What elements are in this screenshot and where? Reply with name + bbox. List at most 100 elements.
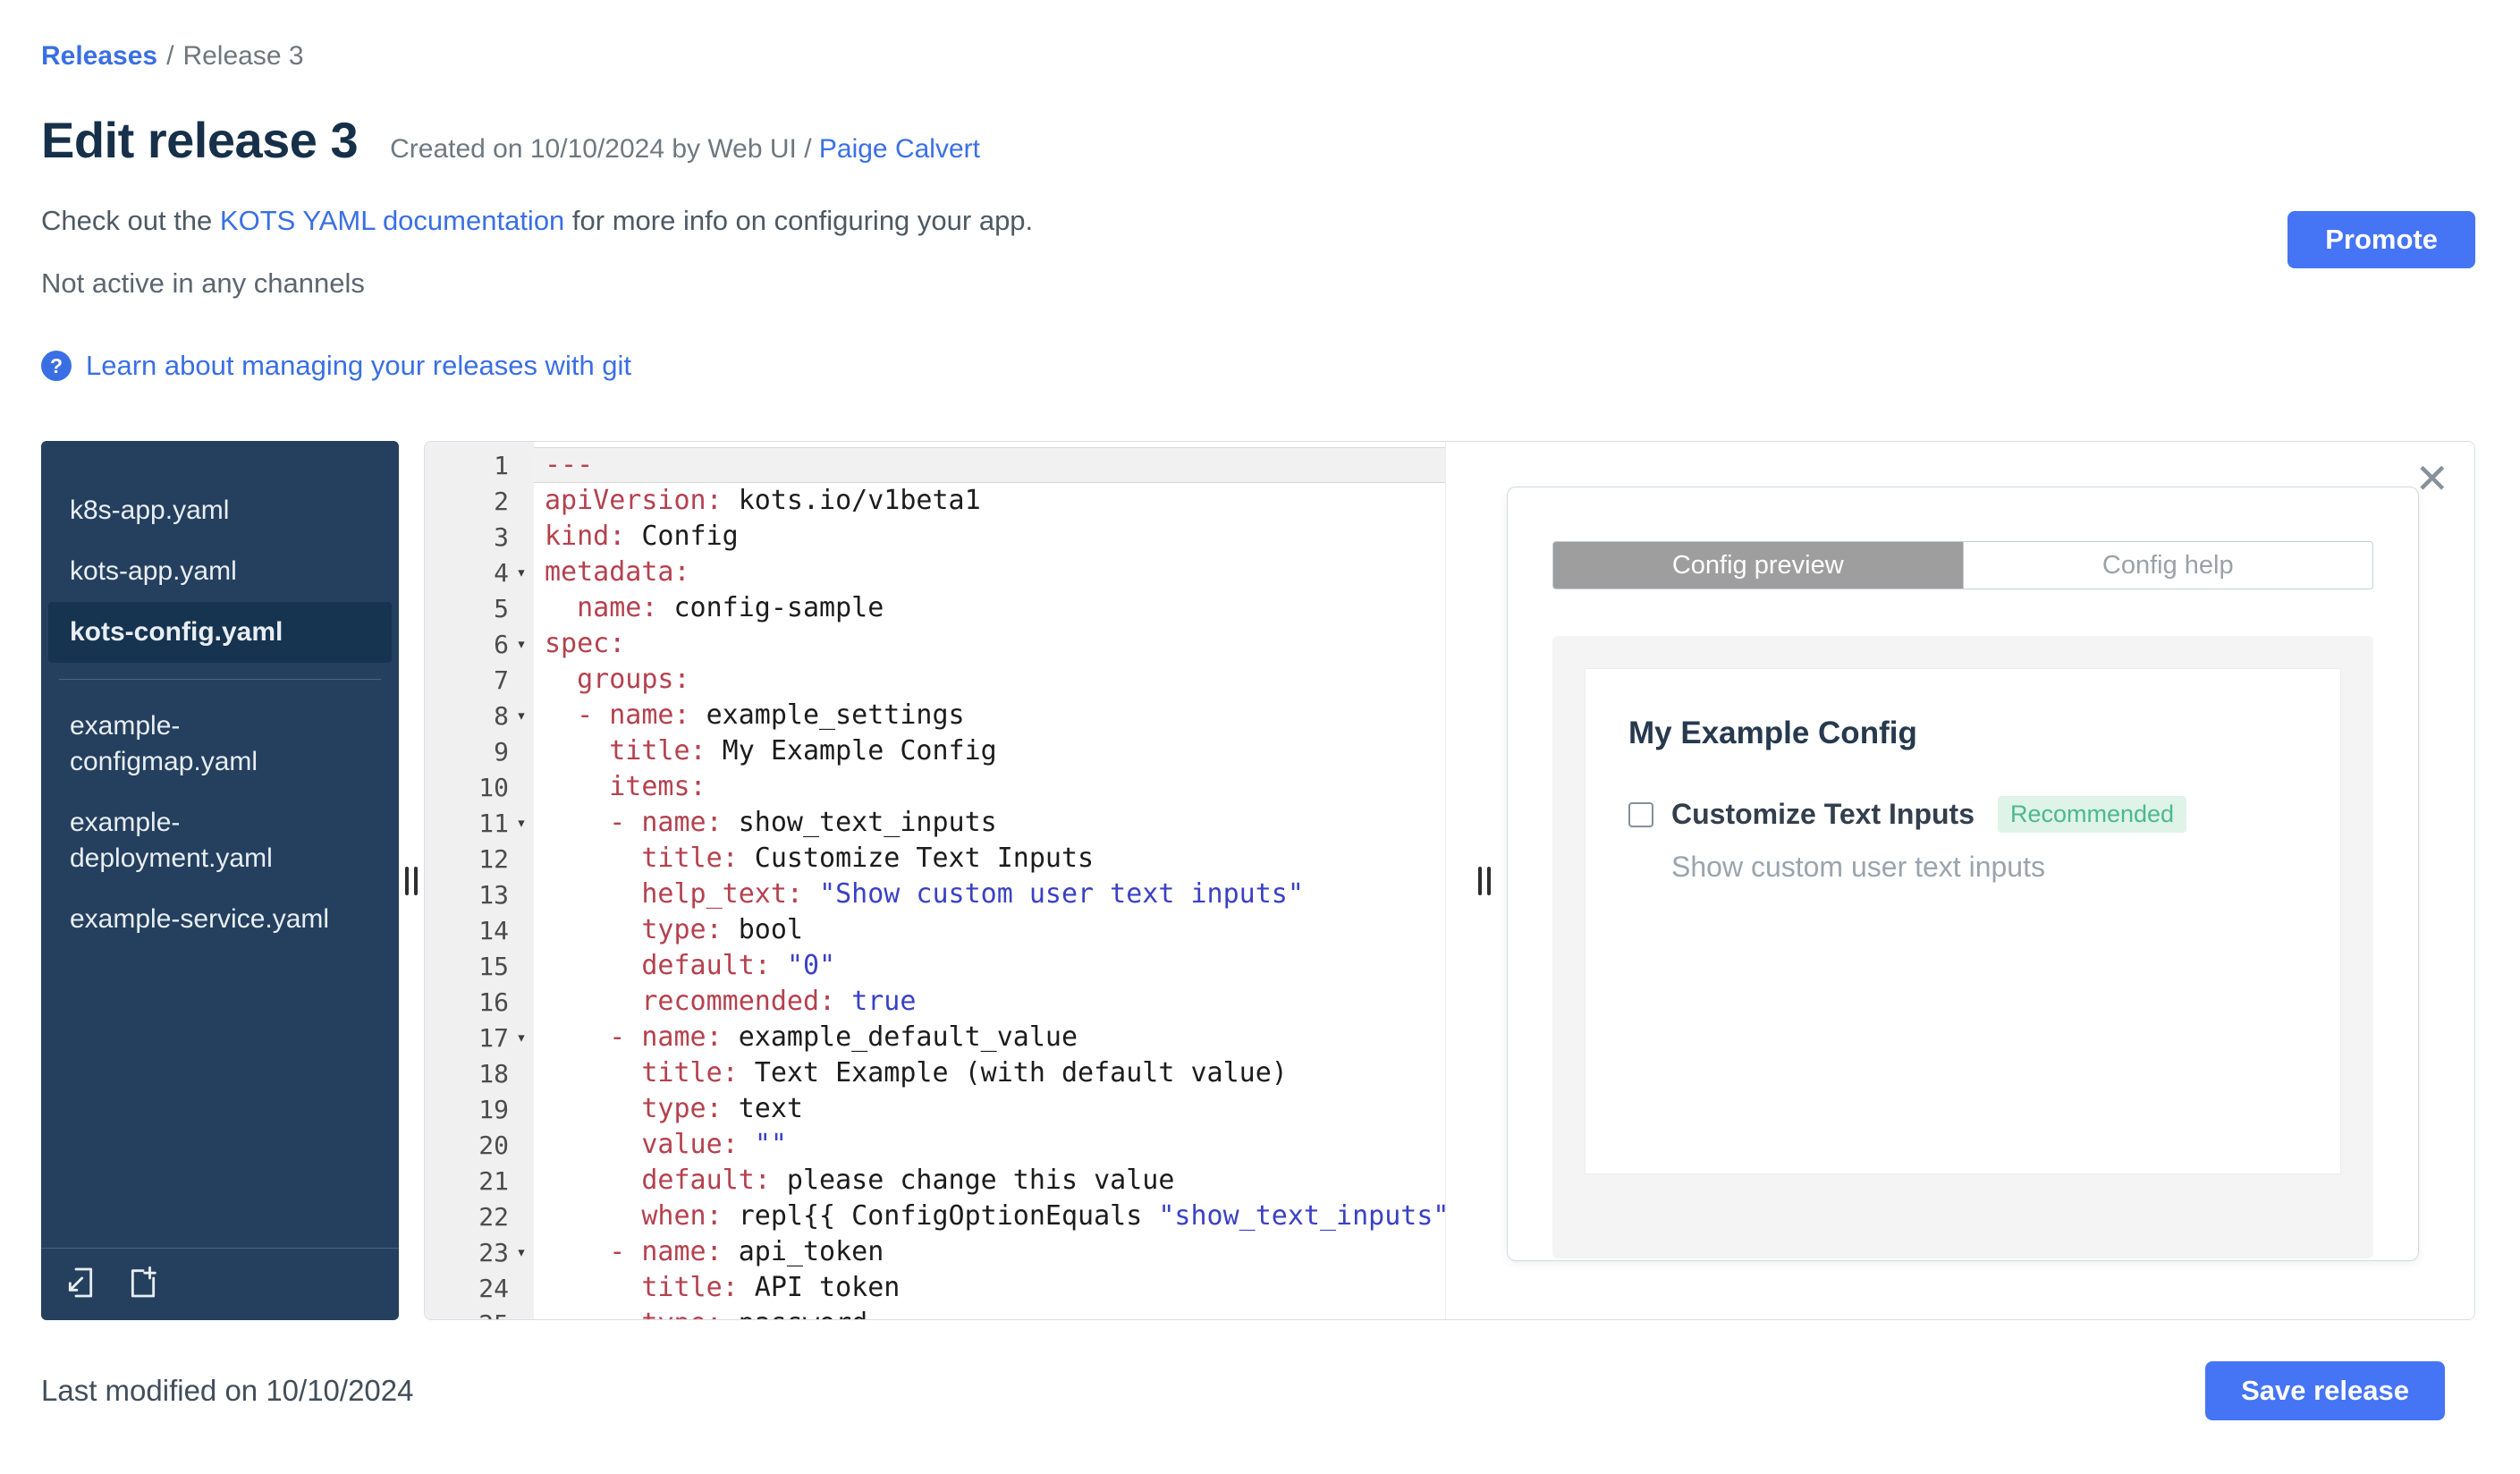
line-number: 24: [478, 1273, 509, 1303]
last-modified-text: Last modified on 10/10/2024: [41, 1374, 414, 1407]
file-tree-divider: [59, 679, 381, 680]
save-release-button[interactable]: Save release: [2205, 1361, 2445, 1420]
recommended-badge: Recommended: [1997, 796, 2187, 833]
code-line[interactable]: - name: example_default_value: [534, 1020, 1445, 1055]
code-line[interactable]: apiVersion: kots.io/v1beta1: [534, 483, 1445, 519]
breadcrumb-releases-link[interactable]: Releases: [41, 41, 157, 71]
code-line[interactable]: recommended: true: [534, 984, 1445, 1020]
code-line[interactable]: when: repl{{ ConfigOptionEquals "show_te…: [534, 1199, 1445, 1234]
editor-row: k8s-app.yaml kots-app.yaml kots-config.yam…: [41, 441, 2475, 1320]
line-number: 15: [478, 951, 509, 981]
docs-row: Check out the KOTS YAML documentation fo…: [41, 205, 2475, 237]
code-line[interactable]: items:: [534, 769, 1445, 805]
line-number: 19: [478, 1094, 509, 1124]
code-line[interactable]: title: Customize Text Inputs: [534, 841, 1445, 877]
title-row: Edit release 3 Created on 10/10/2024 by …: [41, 111, 2475, 169]
code-line[interactable]: default: please change this value: [534, 1163, 1445, 1199]
code-line[interactable]: metadata:: [534, 555, 1445, 590]
line-number: 5: [494, 593, 509, 623]
question-icon[interactable]: ?: [41, 351, 72, 381]
code-line[interactable]: title: API token: [534, 1270, 1445, 1306]
line-number: 13: [478, 879, 509, 910]
docs-suffix: for more info on configuring your app.: [564, 205, 1034, 236]
line-number: 9: [494, 736, 509, 767]
file-tree-item[interactable]: k8s-app.yaml: [48, 480, 392, 541]
line-number: 4 ▾: [425, 555, 534, 590]
code-line[interactable]: - name: show_text_inputs: [534, 805, 1445, 841]
line-number: 14: [478, 915, 509, 945]
editor-code[interactable]: --- apiVersion: kots.io/v1beta1 kind: Conf…: [534, 442, 1445, 1319]
line-number: 6 ▾: [425, 626, 534, 662]
tab-config-preview[interactable]: Config preview: [1553, 542, 1963, 589]
fold-arrow-icon[interactable]: ▾: [509, 563, 534, 582]
file-add-icon[interactable]: [125, 1265, 161, 1300]
line-number: 25: [425, 1306, 534, 1320]
config-preview-card: Config preview Config help My Example Co…: [1507, 487, 2419, 1261]
code-line[interactable]: kind: Config: [534, 519, 1445, 555]
config-render-area: My Example Config Customize Text Inputs …: [1552, 636, 2373, 1258]
close-icon[interactable]: ✕: [2414, 458, 2449, 499]
config-group-card: My Example Config Customize Text Inputs …: [1585, 668, 2341, 1174]
line-number: 11 ▾: [425, 805, 534, 841]
fold-arrow-icon[interactable]: ▾: [509, 1242, 534, 1262]
kots-yaml-docs-link[interactable]: KOTS YAML documentation: [220, 205, 564, 236]
created-text: Created on 10/10/2024 by Web UI / Paige …: [390, 134, 980, 165]
code-editor: 1 2 3 4 ▾ 5 6 ▾ 7 8 ▾ 9 10 11 ▾ 12 13 14 15 16 17 ▾ 18 19 20 21 22…: [425, 442, 1445, 1319]
file-tree-item[interactable]: kots-app.yaml: [48, 541, 392, 602]
tree-editor-gap: [399, 441, 424, 1320]
code-line[interactable]: default: "0": [534, 948, 1445, 984]
line-number: 12: [478, 843, 509, 874]
line-number: 2: [494, 486, 509, 516]
breadcrumb-separator: /: [166, 41, 174, 71]
code-line[interactable]: - name: example_settings: [534, 698, 1445, 733]
fold-arrow-icon[interactable]: ▾: [509, 813, 534, 833]
code-line[interactable]: name: config-sample: [534, 590, 1445, 626]
fold-arrow-icon[interactable]: ▾: [509, 1028, 534, 1047]
preview-tabs: Config preview Config help: [1552, 541, 2373, 589]
code-line[interactable]: value: "": [534, 1127, 1445, 1163]
line-number: 22: [478, 1201, 509, 1232]
line-number: 23 ▾: [425, 1234, 534, 1270]
file-tree-item[interactable]: example-service.yaml: [48, 889, 392, 950]
line-number: 1: [494, 450, 509, 480]
file-tree-list: k8s-app.yaml kots-app.yaml kots-config.yam…: [41, 441, 399, 950]
fold-arrow-icon[interactable]: ▾: [509, 634, 534, 654]
promote-button[interactable]: Promote: [2287, 211, 2475, 268]
created-prefix: Created on 10/10/2024 by Web UI /: [390, 134, 819, 164]
file-tree-footer: [41, 1248, 399, 1320]
line-number: 17 ▾: [425, 1020, 534, 1055]
code-line[interactable]: title: Text Example (with default value): [534, 1055, 1445, 1091]
line-number: 20: [478, 1130, 509, 1160]
line-number: 7: [494, 665, 509, 695]
line-number: 10: [478, 772, 509, 802]
line-number: 16: [478, 987, 509, 1017]
code-line[interactable]: ---: [534, 447, 1445, 483]
tab-config-help[interactable]: Config help: [1962, 542, 2372, 589]
git-releases-link[interactable]: Learn about managing your releases with …: [86, 350, 631, 382]
code-line[interactable]: groups:: [534, 662, 1445, 698]
fold-arrow-icon[interactable]: ▾: [509, 706, 534, 725]
release-editor-page: Releases / Release 3 Edit release 3 Create…: [0, 0, 2520, 1474]
file-tree-item[interactable]: kots-config.yaml: [48, 602, 392, 663]
code-line[interactable]: spec:: [534, 626, 1445, 662]
line-number: 3: [494, 521, 509, 552]
code-line[interactable]: - name: api_token: [534, 1234, 1445, 1270]
file-upload-icon[interactable]: [63, 1265, 98, 1300]
code-line[interactable]: title: My Example Config: [534, 733, 1445, 769]
config-item-row: Customize Text Inputs Recommended: [1628, 796, 2297, 833]
channel-status: Not active in any channels: [41, 267, 365, 299]
tree-resize-handle[interactable]: [405, 866, 418, 895]
config-item-help-text: Show custom user text inputs: [1671, 851, 2045, 883]
code-line[interactable]: type: text: [534, 1091, 1445, 1127]
code-line[interactable]: type: bool: [534, 912, 1445, 948]
config-item-label: Customize Text Inputs: [1671, 798, 1975, 830]
customize-text-inputs-checkbox[interactable]: [1628, 801, 1653, 827]
code-line[interactable]: type: password: [534, 1306, 1445, 1319]
editor-preview-resize-handle[interactable]: [1478, 866, 1491, 895]
file-tree-item[interactable]: example-deployment.yaml: [48, 792, 392, 889]
code-line[interactable]: help_text: "Show custom user text inputs…: [534, 877, 1445, 912]
file-tree-item[interactable]: example-configmap.yaml: [48, 696, 392, 792]
created-author-link[interactable]: Paige Calvert: [819, 134, 980, 164]
file-tree: k8s-app.yaml kots-app.yaml kots-config.yam…: [41, 441, 399, 1320]
editor-shell: 1 2 3 4 ▾ 5 6 ▾ 7 8 ▾ 9 10 11 ▾ 12 13 14 15 16 17 ▾ 18 19 20 21 22…: [424, 441, 2475, 1320]
